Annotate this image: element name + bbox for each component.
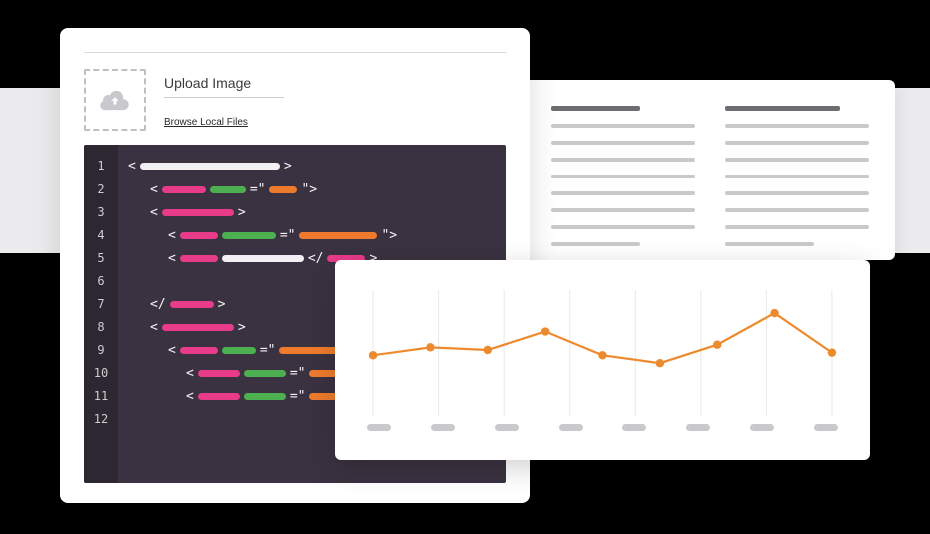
gutter-number: 11 [84, 385, 118, 408]
chart-xaxis [361, 424, 844, 431]
gutter-number: 10 [84, 362, 118, 385]
chart-xtick [367, 424, 391, 431]
text-line [725, 106, 840, 111]
line-chart [361, 284, 844, 416]
text-line [551, 242, 640, 246]
text-line [725, 242, 814, 246]
gutter-number: 4 [84, 224, 118, 247]
chart-area [361, 284, 844, 416]
text-line [551, 141, 695, 145]
text-line [725, 225, 869, 229]
card-divider [84, 52, 506, 53]
text-line [551, 191, 695, 195]
text-line [725, 141, 869, 145]
chart-xtick [750, 424, 774, 431]
gutter-number: 6 [84, 270, 118, 293]
gutter-number: 3 [84, 201, 118, 224]
gutter-number: 12 [84, 408, 118, 431]
gutter-number: 9 [84, 339, 118, 362]
text-col-left [551, 102, 695, 246]
upload-underline [164, 97, 284, 98]
text-line [725, 124, 869, 128]
chart-xtick [814, 424, 838, 431]
text-line [725, 175, 869, 179]
text-line [551, 124, 695, 128]
chart-xtick [686, 424, 710, 431]
gutter-number: 8 [84, 316, 118, 339]
chart-card [335, 260, 870, 460]
browse-files-link[interactable]: Browse Local Files [164, 117, 248, 128]
upload-row: Upload Image Browse Local Files [84, 69, 506, 131]
gutter-number: 7 [84, 293, 118, 316]
chart-xtick [559, 424, 583, 431]
gutter-number: 1 [84, 155, 118, 178]
upload-text-block: Upload Image Browse Local Files [164, 69, 284, 130]
text-line [551, 225, 695, 229]
chart-xtick [431, 424, 455, 431]
code-line: <> [128, 155, 496, 178]
chart-xtick [622, 424, 646, 431]
text-line [725, 158, 869, 162]
code-line: <> [128, 201, 496, 224]
gutter-number: 2 [84, 178, 118, 201]
text-line [551, 175, 695, 179]
text-line [725, 208, 869, 212]
gutter-number: 5 [84, 247, 118, 270]
text-line [551, 208, 695, 212]
text-line [551, 158, 695, 162]
upload-title: Upload Image [164, 75, 284, 91]
text-placeholder-card [525, 80, 895, 260]
code-line: < =""> [128, 224, 496, 247]
chart-xtick [495, 424, 519, 431]
text-line [551, 106, 640, 111]
text-line [725, 191, 869, 195]
text-col-right [725, 102, 869, 246]
editor-gutter: 123456789101112 [84, 145, 118, 483]
cloud-upload-icon [100, 89, 130, 111]
code-line: < =""> [128, 178, 496, 201]
upload-dropzone[interactable] [84, 69, 146, 131]
